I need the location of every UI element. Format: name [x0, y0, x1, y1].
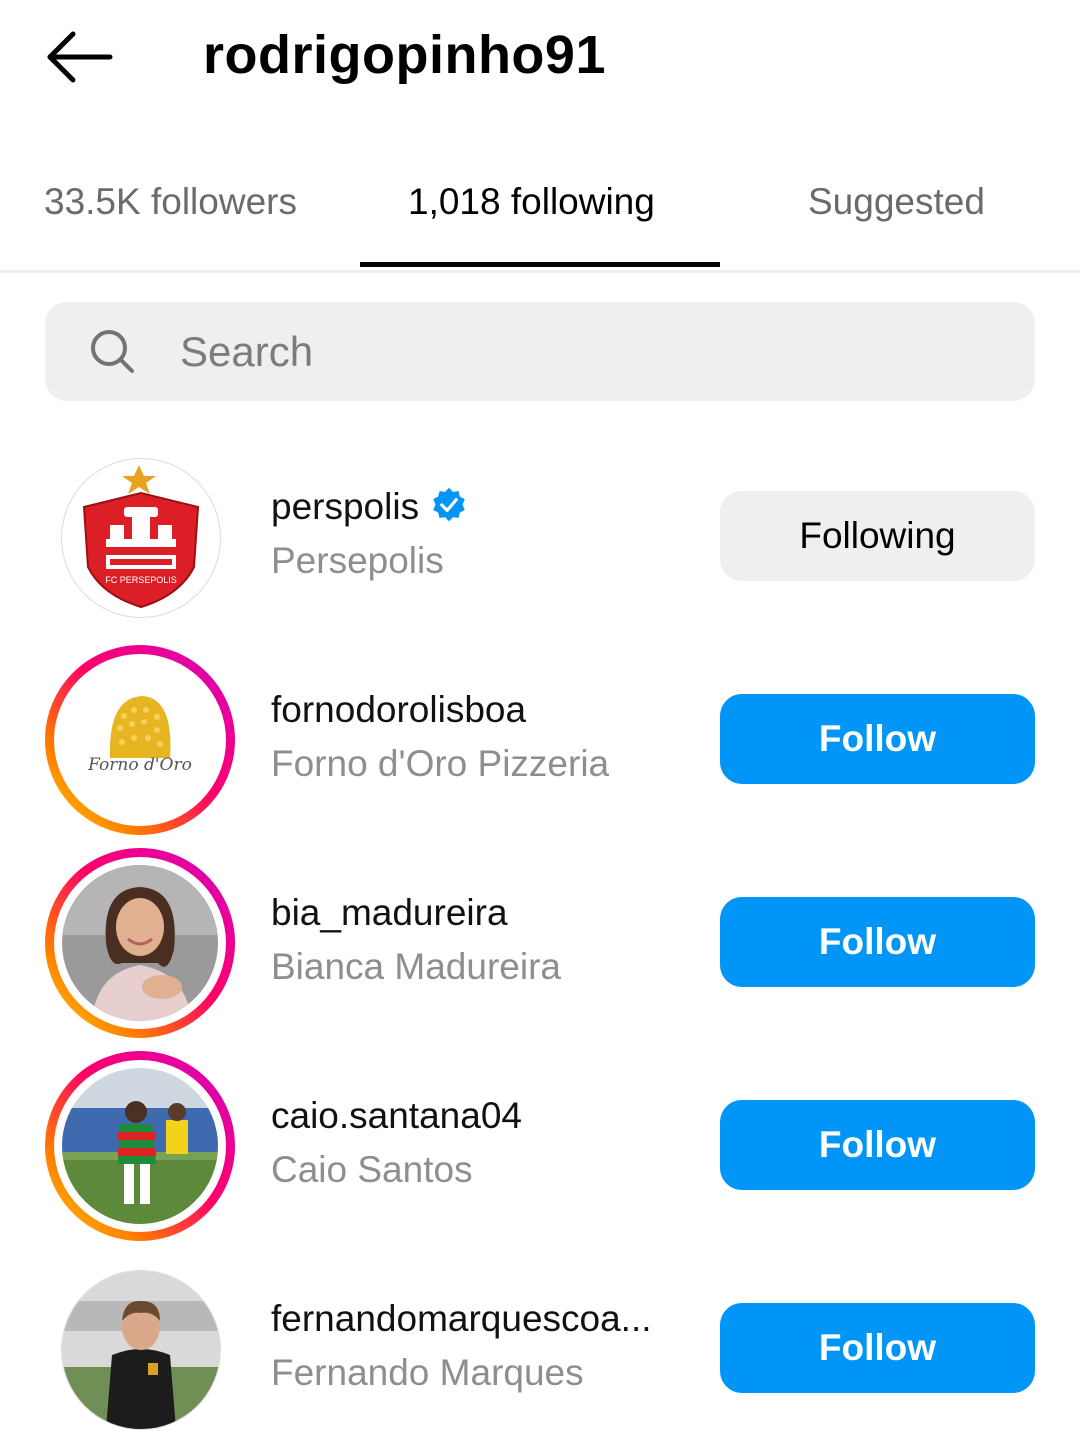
coach-photo — [61, 1270, 221, 1430]
avatar-story-ring[interactable] — [45, 1051, 235, 1241]
following-button[interactable]: Following — [720, 491, 1035, 581]
search-input[interactable] — [180, 302, 1000, 401]
follow-tabs: 33.5K followers 1,018 following Suggeste… — [0, 150, 1080, 273]
username-text: perspolis — [271, 486, 420, 527]
follow-button[interactable]: Follow — [720, 1303, 1035, 1393]
persepolis-logo: FC PERSEPOLIS — [61, 458, 221, 618]
tab-following[interactable]: 1,018 following — [408, 180, 655, 224]
avatar-story-ring[interactable] — [45, 848, 235, 1038]
follow-button[interactable]: Follow — [720, 694, 1035, 784]
search-bar[interactable] — [45, 302, 1035, 401]
username: caio.santana04 — [271, 1095, 522, 1136]
verified-badge-icon — [433, 487, 465, 522]
arrow-left-icon — [47, 31, 113, 83]
list-item[interactable]: FC PERSEPOLIS perspolis Persepolis Follo… — [0, 442, 1080, 642]
avatar-story-ring[interactable]: Forno d'Oro — [45, 645, 235, 835]
forno-logo-text: Forno d'Oro — [87, 755, 192, 775]
username: fornodorolisboa — [271, 689, 527, 730]
full-name: Fernando Marques — [271, 1352, 584, 1393]
username: fernandomarquescoa... — [271, 1298, 652, 1339]
forno-doro-logo: Forno d'Oro — [62, 662, 218, 818]
full-name: Persepolis — [271, 540, 444, 581]
tab-followers[interactable]: 33.5K followers — [44, 180, 297, 224]
football-player-photo — [62, 1068, 218, 1224]
back-button[interactable] — [40, 22, 120, 92]
person-photo — [62, 865, 218, 1021]
avatar[interactable]: FC PERSEPOLIS — [45, 442, 235, 632]
username: perspolis — [271, 484, 467, 530]
list-item[interactable]: Forno d'Oro fornodorolisboa Forno d'Oro … — [0, 645, 1080, 845]
active-tab-indicator — [360, 262, 720, 267]
username: bia_madureira — [271, 892, 508, 933]
follow-button[interactable]: Follow — [720, 1100, 1035, 1190]
persepolis-logo-text: FC PERSEPOLIS — [105, 575, 177, 585]
full-name: Caio Santos — [271, 1149, 473, 1190]
full-name: Bianca Madureira — [271, 946, 561, 987]
tab-suggested[interactable]: Suggested — [808, 180, 985, 224]
top-bar: rodrigopinho91 — [0, 0, 1080, 115]
list-item[interactable]: bia_madureira Bianca Madureira Follow — [0, 848, 1080, 1048]
search-icon — [91, 330, 134, 373]
full-name: Forno d'Oro Pizzeria — [271, 743, 610, 784]
follow-button[interactable]: Follow — [720, 897, 1035, 987]
list-item[interactable]: fernandomarquescoa... Fernando Marques F… — [0, 1254, 1080, 1454]
profile-username-title: rodrigopinho91 — [203, 25, 606, 85]
avatar[interactable] — [45, 1254, 235, 1444]
list-item[interactable]: caio.santana04 Caio Santos Follow — [0, 1051, 1080, 1251]
